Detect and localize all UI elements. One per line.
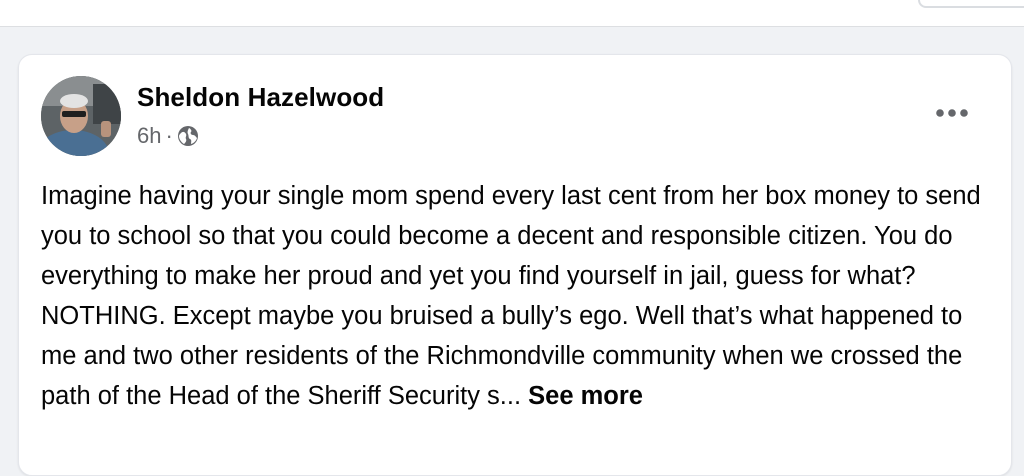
author-name[interactable]: Sheldon Hazelwood bbox=[137, 82, 384, 113]
post-body: Imagine having your single mom spend eve… bbox=[41, 176, 991, 416]
see-more-link[interactable]: See more bbox=[528, 382, 643, 410]
avatar-image bbox=[41, 76, 121, 156]
top-bar bbox=[0, 0, 1024, 27]
avatar[interactable] bbox=[41, 76, 121, 156]
globe-icon[interactable] bbox=[177, 125, 199, 147]
more-options-button[interactable] bbox=[925, 95, 979, 131]
meta-separator: · bbox=[165, 123, 173, 148]
post-meta: 6h · bbox=[137, 122, 199, 150]
post-card: Sheldon Hazelwood 6h · Imagine having yo… bbox=[18, 54, 1012, 476]
more-horizontal-icon bbox=[936, 109, 968, 117]
post-body-text: Imagine having your single mom spend eve… bbox=[41, 182, 981, 410]
post-timestamp[interactable]: 6h bbox=[137, 123, 161, 149]
top-bar-button[interactable] bbox=[918, 0, 1024, 8]
